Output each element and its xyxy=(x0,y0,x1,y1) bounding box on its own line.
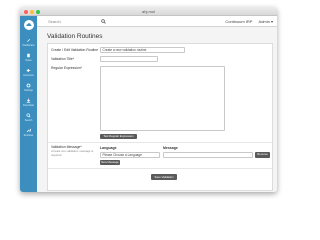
pencil-icon xyxy=(27,39,30,42)
gear-icon xyxy=(26,83,31,88)
page-title: Validation Routines xyxy=(47,33,103,40)
validation-form-panel: Create / Edit Validation Routine Create … xyxy=(47,43,273,191)
sidebar-item-label: Routines xyxy=(23,134,34,137)
regex-label: Regular Expression* xyxy=(51,66,82,70)
sidebar-item-download[interactable]: Download xyxy=(20,97,37,110)
sidebar-item-label: Announce xyxy=(23,74,34,77)
search-icon[interactable] xyxy=(101,19,106,24)
sidebar-item-search[interactable]: Search xyxy=(20,112,37,125)
sidebar-item-label: Download xyxy=(23,104,34,107)
admin-menu[interactable]: Admin ▾ xyxy=(259,19,273,24)
title-label: Validation Title* xyxy=(51,57,75,61)
messages-hint: At least one validation message is requi… xyxy=(51,149,94,157)
megaphone-icon xyxy=(26,69,31,72)
sidebar-item-label: Notes xyxy=(25,59,32,62)
sidebar-item-settings[interactable]: Settings xyxy=(20,82,37,95)
wrench-icon xyxy=(26,128,31,133)
new-message-button[interactable]: New Message xyxy=(100,160,120,165)
message-input[interactable] xyxy=(163,152,253,158)
sidebar-item-label: Search xyxy=(24,119,33,122)
search-icon xyxy=(26,113,31,118)
save-validation-button[interactable]: Save Validation xyxy=(151,174,177,180)
language-column-header: Language xyxy=(100,146,117,150)
top-bar: Search Continuum IRP Admin ▾ xyxy=(37,16,277,27)
sidebar-item-routines[interactable]: Routines xyxy=(20,127,37,140)
footer-divider xyxy=(48,168,272,169)
sidebar-item-notes[interactable]: Notes xyxy=(20,52,37,65)
sidebar-item-label: Dashboard xyxy=(22,44,35,47)
download-icon xyxy=(26,98,31,103)
section-divider xyxy=(48,142,272,143)
window-title: ahj.mol xyxy=(142,8,155,14)
sidebar-item-label: Settings xyxy=(24,89,33,92)
routine-label: Create / Edit Validation Routine xyxy=(51,48,99,52)
main-content: Validation Routines Create / Edit Valida… xyxy=(37,27,277,192)
org-link[interactable]: Continuum IRP xyxy=(225,19,252,24)
app-window: ahj.mol Dashboard Notes Announce Setting… xyxy=(20,7,277,192)
cloud-icon xyxy=(25,23,31,26)
regex-textarea[interactable] xyxy=(100,66,225,131)
title-input[interactable] xyxy=(100,56,158,62)
sidebar-item-dashboard[interactable]: Dashboard xyxy=(20,37,37,50)
title-bar: ahj.mol xyxy=(20,7,277,16)
document-icon xyxy=(27,53,30,58)
test-regex-button[interactable]: Test Regular Expression xyxy=(100,134,137,139)
sidebar-item-announce[interactable]: Announce xyxy=(20,67,37,80)
sidebar: Dashboard Notes Announce Settings Downlo… xyxy=(20,16,37,192)
app-logo[interactable] xyxy=(23,20,34,30)
language-select[interactable]: Please Choose a Language xyxy=(100,152,160,158)
search-input[interactable]: Search xyxy=(48,19,61,24)
user-menu: Continuum IRP Admin ▾ xyxy=(220,19,273,24)
message-column-header: Message xyxy=(163,146,178,150)
routine-select[interactable]: Create a new validation routine xyxy=(100,47,185,53)
remove-message-button[interactable]: Remove xyxy=(255,152,270,158)
